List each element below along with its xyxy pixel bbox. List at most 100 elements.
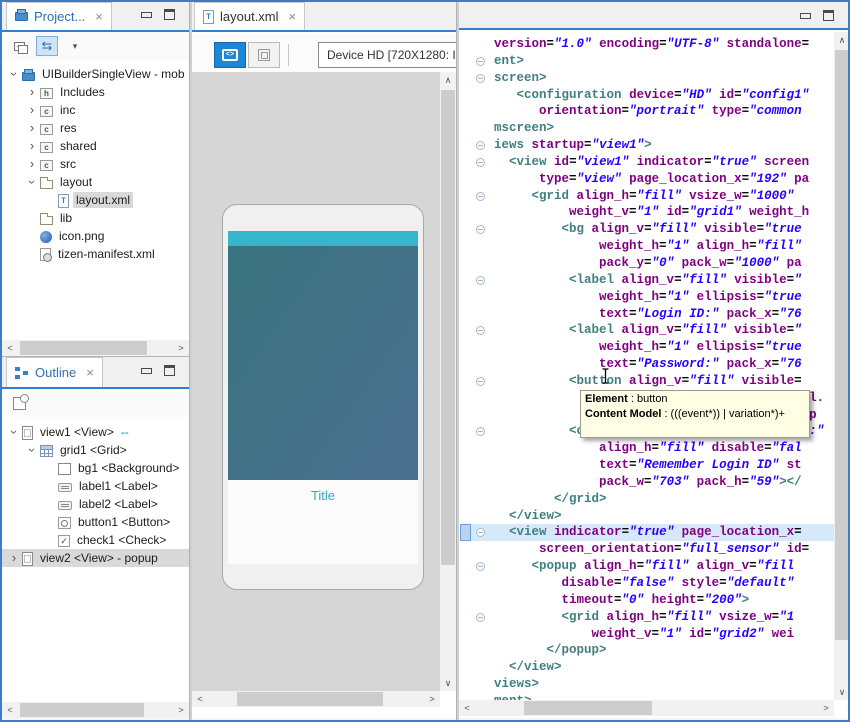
fold-marker-icon[interactable] bbox=[476, 192, 485, 201]
code-line[interactable]: ment> bbox=[471, 693, 834, 700]
tree-item-grid1[interactable]: ›grid1 <Grid> bbox=[2, 441, 189, 459]
tree-item-tizenmanifest.xml[interactable]: tizen-manifest.xml bbox=[2, 245, 189, 263]
design-source-view-button[interactable]: <> bbox=[214, 42, 246, 68]
code-line[interactable]: text="Login ID:" pack_x="76 bbox=[471, 306, 834, 323]
tree-item-res[interactable]: ›res bbox=[2, 119, 189, 137]
scroll-right-icon[interactable]: > bbox=[818, 700, 834, 716]
scroll-right-icon[interactable]: > bbox=[424, 691, 440, 707]
tree-item-src[interactable]: ›src bbox=[2, 155, 189, 173]
tab-project-explorer[interactable]: Project... × bbox=[6, 2, 112, 30]
code-line[interactable]: views> bbox=[471, 676, 834, 693]
code-line[interactable]: weight_h="1" ellipsis="true bbox=[471, 289, 834, 306]
scroll-down-icon[interactable]: ∨ bbox=[834, 684, 850, 700]
canvas-vscrollbar[interactable]: ∧ ∨ bbox=[440, 72, 456, 691]
fold-marker-icon[interactable] bbox=[476, 74, 485, 83]
design-only-view-button[interactable] bbox=[248, 42, 280, 68]
code-line[interactable]: mscreen> bbox=[471, 120, 834, 137]
minimize-icon[interactable] bbox=[141, 12, 152, 18]
expand-arrow-icon[interactable]: › bbox=[24, 138, 40, 154]
tree-item-layout.xml[interactable]: layout.xml bbox=[2, 191, 189, 209]
preview-popup-area[interactable]: Title bbox=[228, 480, 418, 564]
code-line[interactable]: screen> bbox=[471, 70, 834, 87]
code-line[interactable]: <bg align_v="fill" visible="true bbox=[471, 221, 834, 238]
scroll-right-icon[interactable]: > bbox=[173, 702, 189, 718]
tree-item-inc[interactable]: ›inc bbox=[2, 101, 189, 119]
source-hscrollbar[interactable]: < > bbox=[459, 700, 834, 716]
tree-item-view2[interactable]: ›view2 <View> - popup bbox=[2, 549, 189, 567]
expand-arrow-icon[interactable]: › bbox=[24, 102, 40, 118]
maximize-icon[interactable] bbox=[164, 365, 175, 376]
tree-item-shared[interactable]: ›shared bbox=[2, 137, 189, 155]
code-line[interactable]: weight_h="1" ellipsis="true bbox=[471, 339, 834, 356]
scroll-up-icon[interactable]: ∧ bbox=[440, 72, 456, 88]
preview-background[interactable] bbox=[228, 246, 418, 480]
tree-item-layout[interactable]: ›layout bbox=[2, 173, 189, 191]
code-line[interactable]: timeout="0" height="200"> bbox=[471, 592, 834, 609]
close-icon[interactable]: × bbox=[95, 9, 103, 24]
code-line[interactable]: <grid align_h="fill" vsize_w="1 bbox=[471, 609, 834, 626]
code-line[interactable]: <button align_v="fill" visible= bbox=[471, 373, 834, 390]
scroll-thumb[interactable] bbox=[441, 90, 455, 565]
code-line[interactable]: text="Remember Login ID" st bbox=[471, 457, 834, 474]
scroll-thumb[interactable] bbox=[20, 341, 147, 355]
scroll-thumb[interactable] bbox=[237, 692, 383, 706]
tab-layout-xml[interactable]: layout.xml × bbox=[194, 2, 305, 30]
tree-item-check1[interactable]: check1 <Check> bbox=[2, 531, 189, 549]
fold-marker-icon[interactable] bbox=[476, 225, 485, 234]
fold-marker-icon[interactable] bbox=[476, 562, 485, 571]
close-icon[interactable]: × bbox=[289, 9, 297, 24]
device-selector[interactable]: Device HD [720X1280: I bbox=[318, 42, 456, 68]
code-line[interactable]: weight_v="1" id="grid2" wei bbox=[471, 626, 834, 643]
outline-hscrollbar[interactable]: < > bbox=[2, 702, 189, 718]
code-line[interactable]: <popup align_h="fill" align_v="fill bbox=[471, 558, 834, 575]
maximize-icon[interactable] bbox=[164, 9, 175, 20]
xml-source-editor[interactable]: version="1.0" encoding="UTF-8" standalon… bbox=[459, 32, 834, 700]
expand-arrow-icon[interactable]: › bbox=[24, 174, 40, 190]
fold-marker-icon[interactable] bbox=[476, 528, 485, 537]
tab-outline[interactable]: Outline × bbox=[6, 357, 103, 387]
expand-arrow-icon[interactable]: › bbox=[24, 442, 40, 458]
code-line[interactable]: weight_h="1" align_h="fill" bbox=[471, 238, 834, 255]
code-line[interactable]: pack_y="0" pack_w="1000" pa bbox=[471, 255, 834, 272]
fold-marker-icon[interactable] bbox=[476, 613, 485, 622]
scroll-left-icon[interactable]: < bbox=[459, 700, 475, 716]
expand-arrow-icon[interactable]: › bbox=[6, 66, 22, 82]
code-line[interactable]: orientation="portrait" type="common bbox=[471, 103, 834, 120]
fold-marker-icon[interactable] bbox=[476, 326, 485, 335]
fold-marker-icon[interactable] bbox=[476, 57, 485, 66]
code-line[interactable]: text="Password:" pack_x="76 bbox=[471, 356, 834, 373]
code-line[interactable]: align_h="fill" disable="fal bbox=[471, 440, 834, 457]
code-line[interactable]: <label align_v="fill" visible=" bbox=[471, 322, 834, 339]
scroll-left-icon[interactable]: < bbox=[2, 702, 18, 718]
code-line[interactable]: <view id="view1" indicator="true" screen bbox=[471, 154, 834, 171]
code-line[interactable]: screen_orientation="full_sensor" id= bbox=[471, 541, 834, 558]
view-menu-button[interactable]: ▾ bbox=[64, 36, 86, 56]
scroll-left-icon[interactable]: < bbox=[2, 340, 18, 356]
code-line[interactable]: <view indicator="true" page_location_x= bbox=[471, 524, 834, 541]
code-line[interactable]: </view> bbox=[471, 659, 834, 676]
code-line[interactable]: <label align_v="fill" visible=" bbox=[471, 272, 834, 289]
device-screen[interactable]: Title bbox=[228, 231, 418, 564]
code-line[interactable]: weight_v="1" id="grid1" weight_h bbox=[471, 204, 834, 221]
code-line[interactable]: </popup> bbox=[471, 642, 834, 659]
code-line[interactable]: version="1.0" encoding="UTF-8" standalon… bbox=[471, 36, 834, 53]
collapse-all-button[interactable] bbox=[8, 36, 30, 56]
minimize-icon[interactable] bbox=[800, 13, 811, 19]
code-line[interactable]: iews startup="view1"> bbox=[471, 137, 834, 154]
tree-item-uibuildersingleview[interactable]: ›UIBuilderSingleView - mob bbox=[2, 65, 189, 83]
expand-arrow-icon[interactable]: › bbox=[6, 550, 22, 566]
tree-item-includes[interactable]: ›Includes bbox=[2, 83, 189, 101]
project-hscrollbar[interactable]: < > bbox=[2, 340, 189, 356]
toggle-content-button[interactable] bbox=[8, 393, 30, 413]
scroll-thumb[interactable] bbox=[835, 50, 849, 640]
scroll-thumb[interactable] bbox=[524, 701, 652, 715]
minimize-icon[interactable] bbox=[141, 368, 152, 374]
scroll-down-icon[interactable]: ∨ bbox=[440, 675, 456, 691]
code-line[interactable]: </grid> bbox=[471, 491, 834, 508]
fold-marker-icon[interactable] bbox=[476, 141, 485, 150]
fold-marker-icon[interactable] bbox=[476, 158, 485, 167]
tree-item-button1[interactable]: button1 <Button> bbox=[2, 513, 189, 531]
maximize-icon[interactable] bbox=[823, 10, 834, 21]
expand-arrow-icon[interactable]: › bbox=[24, 84, 40, 100]
canvas-hscrollbar[interactable]: < > bbox=[192, 691, 440, 707]
